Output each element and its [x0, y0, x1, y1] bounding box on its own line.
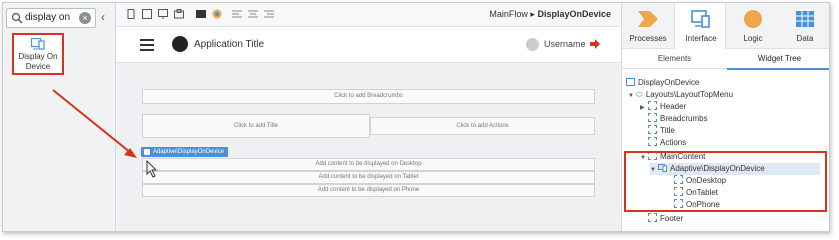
css-icon[interactable] [196, 9, 206, 19]
tree-label: Header [660, 102, 687, 111]
highlight-box [624, 151, 827, 212]
widget-toolbox: display on × ‹ Display On Device [3, 3, 116, 231]
tree-item-layout[interactable]: ▼ ⬭ Layouts\LayoutTopMenu [628, 89, 733, 101]
align-center-icon[interactable] [248, 9, 258, 19]
app-header: Application Title Username [116, 27, 621, 63]
search-value: display on [25, 12, 71, 23]
toolbox-search-input[interactable]: display on × [6, 8, 96, 28]
tab-widget-tree[interactable]: Widget Tree [727, 54, 829, 63]
canvas-toolbar: MainFlow ▸ DisplayOnDevice [116, 3, 621, 27]
app-logo [172, 36, 188, 52]
theme-icon[interactable] [212, 9, 222, 19]
tab-data[interactable]: Data [779, 3, 829, 49]
menu-icon[interactable] [140, 39, 154, 51]
adaptive-label-text: Adaptive\DisplayOnDevice [153, 149, 225, 155]
screen-name: DisplayOnDevice [537, 9, 611, 19]
placeholder-icon [648, 137, 657, 146]
screen-size-icon[interactable] [174, 9, 184, 19]
tablet-preview-icon[interactable] [142, 9, 152, 19]
layer-tabs: Processes Interface Logic Data [622, 3, 829, 50]
tab-processes[interactable]: Processes [622, 3, 674, 49]
breadcrumb-separator: ▸ [530, 9, 535, 19]
breadcrumbs-placeholder[interactable]: Click to add Breadcrumbs [142, 89, 595, 104]
app-title: Application Title [194, 39, 265, 50]
tab-interface[interactable]: Interface [674, 3, 726, 50]
placeholder-icon [648, 125, 657, 134]
avatar [526, 38, 539, 51]
right-panel: Processes Interface Logic Data Elements … [621, 3, 829, 231]
screen-icon [626, 78, 635, 86]
chevron-down-icon[interactable]: ▼ [628, 90, 636, 102]
placeholder-icon [648, 101, 657, 110]
interface-subtabs: Elements Widget Tree [622, 49, 829, 70]
tree-item-screen[interactable]: DisplayOnDevice [626, 77, 699, 89]
screen-breadcrumb: MainFlow ▸ DisplayOnDevice [489, 9, 611, 20]
tree-label: Layouts\LayoutTopMenu [645, 90, 734, 99]
username: Username [544, 39, 586, 49]
service-studio-window: display on × ‹ Display On Device MainFlo… [2, 2, 830, 232]
placeholder-icon [648, 113, 657, 122]
phone-placeholder[interactable]: Add content to be displayed on Phone [142, 184, 595, 197]
screen-canvas: Application Title Username Click to add … [116, 27, 621, 231]
flow-name[interactable]: MainFlow [489, 9, 528, 19]
tree-label: Actions [660, 138, 687, 147]
logout-icon[interactable] [590, 39, 600, 49]
tab-logic[interactable]: Logic [727, 3, 779, 49]
tab-label: Logic [743, 34, 763, 43]
tree-item-actions[interactable]: Actions [648, 137, 686, 149]
tablet-placeholder[interactable]: Add content to be displayed on Tablet [142, 171, 595, 184]
placeholder-icon [648, 213, 657, 222]
tab-label: Data [796, 34, 814, 43]
display-on-device-widget[interactable]: Display On Device [12, 33, 64, 75]
interface-icon [691, 10, 710, 28]
block-icon: ⬭ [636, 90, 643, 99]
active-tab-indicator [727, 68, 829, 70]
adaptive-widget-label[interactable]: Adaptive\DisplayOnDevice [141, 147, 229, 157]
chevron-right-icon[interactable]: ▶ [640, 102, 648, 114]
display-on-device-icon [31, 38, 45, 50]
align-right-icon[interactable] [264, 9, 274, 19]
tree-item-footer[interactable]: Footer [648, 213, 683, 225]
data-icon [796, 11, 814, 27]
phone-preview-icon[interactable] [126, 9, 136, 19]
search-icon [11, 12, 23, 24]
tree-item-breadcrumbs[interactable]: Breadcrumbs [648, 113, 708, 125]
tab-label: Interface [685, 34, 717, 43]
widget-label: Display On Device [18, 52, 58, 71]
tree-label: DisplayOnDevice [638, 78, 700, 87]
display-on-device-icon [144, 149, 150, 155]
desktop-preview-icon[interactable] [158, 9, 168, 19]
tree-label: Footer [660, 214, 684, 223]
align-left-icon[interactable] [232, 9, 242, 19]
title-placeholder[interactable]: Click to add Title [142, 114, 370, 138]
desktop-placeholder[interactable]: Add content to be displayed on Desktop [142, 158, 595, 171]
logic-icon [744, 10, 762, 28]
mouse-cursor-icon [146, 160, 158, 178]
actions-placeholder[interactable]: Click to add Actions [370, 117, 595, 135]
tree-item-header[interactable]: ▶ Header [640, 101, 686, 113]
processes-icon [638, 11, 658, 27]
tree-item-title[interactable]: Title [648, 125, 675, 137]
collapse-toolbox-icon[interactable]: ‹ [101, 10, 105, 24]
tab-elements[interactable]: Elements [622, 54, 727, 63]
tree-label: Breadcrumbs [660, 114, 708, 123]
tab-label: Processes [629, 34, 667, 43]
clear-search-icon[interactable]: × [79, 12, 91, 24]
tree-label: Title [660, 126, 675, 135]
